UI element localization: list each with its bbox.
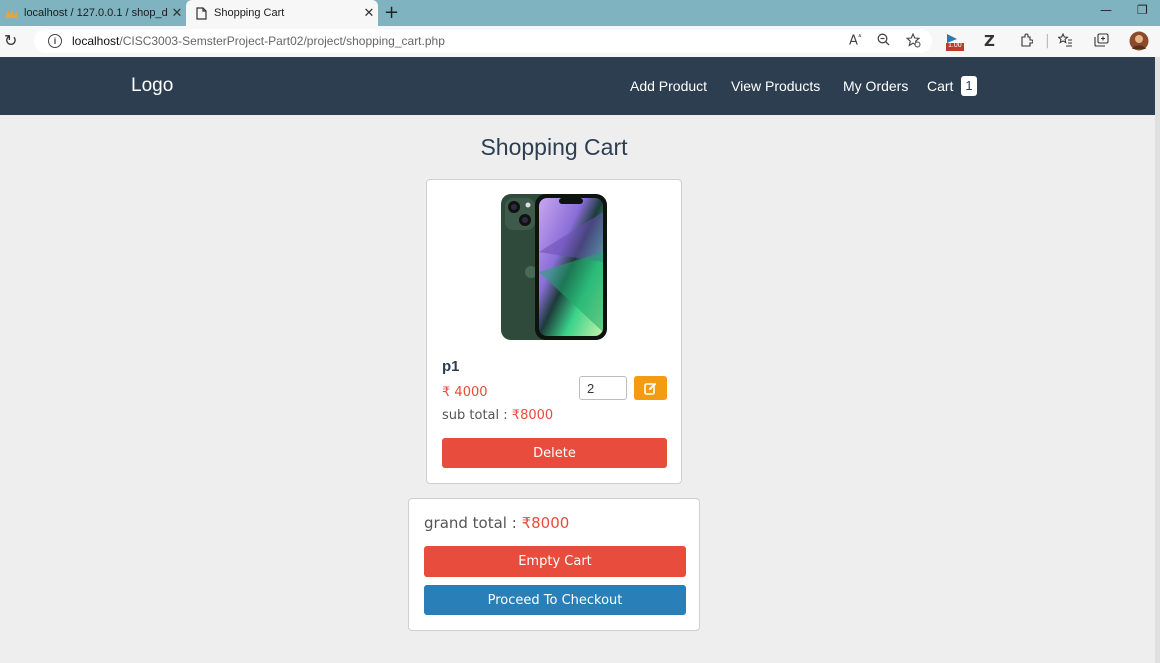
- page-icon: [194, 6, 208, 20]
- product-price: ₹ 4000: [442, 385, 488, 400]
- cart-count-badge[interactable]: 1: [961, 76, 977, 96]
- site-navbar: Logo Add Product View Products My Orders…: [0, 57, 1155, 115]
- nav-link-add-product[interactable]: Add Product: [630, 78, 707, 94]
- rupee-icon: ₹: [511, 408, 521, 423]
- nav-link-cart[interactable]: Cart: [927, 78, 953, 94]
- extension-badge: 1.00: [948, 42, 962, 49]
- subtotal-label: sub total :: [442, 408, 508, 423]
- browser-tab-shopping-cart[interactable]: Shopping Cart ✕: [186, 0, 378, 26]
- browser-tab-phpmyadmin[interactable]: localhost / 127.0.0.1 / shop_db / ✕: [0, 0, 186, 26]
- favorites-icon[interactable]: [1057, 32, 1073, 51]
- url-path: /CISC3003-SemsterProject-Part02/project/…: [119, 34, 445, 48]
- zoom-icon[interactable]: [877, 33, 890, 50]
- subtotal-value: 8000: [520, 408, 554, 423]
- page-title: Shopping Cart: [480, 134, 628, 160]
- phpmyadmin-favicon-icon: [4, 6, 18, 20]
- page-scrollbar[interactable]: [1155, 57, 1160, 663]
- close-tab-icon[interactable]: ✕: [168, 5, 186, 21]
- price-value: 4000: [454, 385, 488, 400]
- nav-link-view-products[interactable]: View Products: [731, 78, 820, 94]
- grand-total-value: 8000: [531, 514, 570, 532]
- product-name: p1: [442, 358, 460, 375]
- collections-icon[interactable]: [1094, 33, 1109, 51]
- rupee-icon: ₹: [521, 514, 532, 532]
- url-host: localhost: [72, 34, 120, 48]
- grand-total: grand total : ₹8000: [424, 514, 569, 532]
- z-extension-icon[interactable]: Z: [984, 32, 995, 50]
- empty-cart-button[interactable]: Empty Cart: [424, 546, 686, 577]
- update-quantity-button[interactable]: [634, 376, 667, 400]
- nav-link-my-orders[interactable]: My Orders: [843, 78, 908, 94]
- close-tab-icon[interactable]: ✕: [360, 5, 378, 21]
- info-icon[interactable]: i: [48, 34, 62, 48]
- extension-counter-icon[interactable]: 1.00: [945, 33, 965, 55]
- delete-item-button[interactable]: Delete: [442, 438, 667, 468]
- reload-icon[interactable]: ↻: [4, 31, 17, 50]
- rupee-icon: ₹: [442, 385, 451, 400]
- restore-button[interactable]: ❐: [1137, 3, 1148, 17]
- minimize-button[interactable]: —: [1100, 3, 1112, 17]
- new-tab-button[interactable]: +: [384, 2, 399, 23]
- url-field[interactable]: i localhost/CISC3003-SemsterProject-Part…: [34, 29, 932, 53]
- grand-total-label: grand total :: [424, 514, 517, 532]
- edit-icon: [644, 382, 657, 395]
- read-aloud-icon[interactable]: Aᐞ: [849, 33, 862, 48]
- item-subtotal: sub total : ₹8000: [442, 408, 553, 423]
- quantity-input[interactable]: [579, 376, 627, 400]
- cart-summary: grand total : ₹8000 Empty Cart Proceed T…: [408, 498, 700, 631]
- toolbar-divider: |: [1045, 33, 1050, 49]
- browser-tab-bar: localhost / 127.0.0.1 / shop_db / ✕ Shop…: [0, 0, 1160, 26]
- tab-title: localhost / 127.0.0.1 / shop_db /: [24, 7, 168, 19]
- profile-avatar[interactable]: [1129, 31, 1149, 55]
- tab-title: Shopping Cart: [214, 7, 285, 19]
- favorite-star-icon[interactable]: [905, 32, 921, 52]
- extensions-puzzle-icon[interactable]: [1019, 33, 1034, 51]
- site-logo[interactable]: Logo: [131, 75, 173, 97]
- proceed-to-checkout-button[interactable]: Proceed To Checkout: [424, 585, 686, 615]
- cart-item-card: p1 ₹ 4000 sub total : ₹8000 Delete: [426, 179, 682, 484]
- product-image: [499, 192, 611, 346]
